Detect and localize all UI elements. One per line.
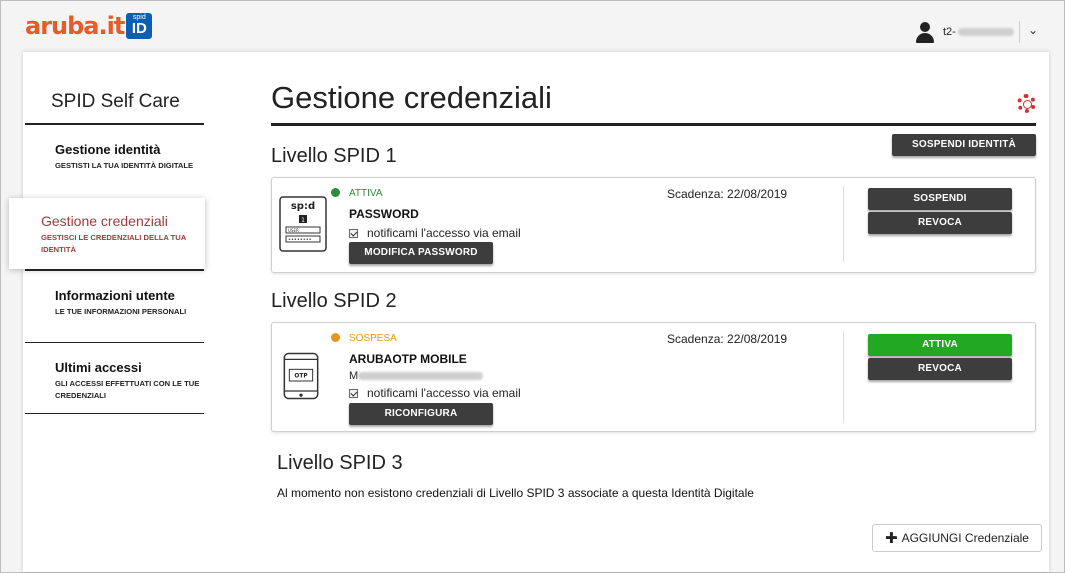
notify-email-label: notificami l'accesso via email (367, 386, 521, 400)
sidebar-item-gestione-identita[interactable]: Gestione identità Gestisti la tua identi… (25, 142, 204, 197)
suspend-button[interactable]: SOSPENDI (868, 188, 1012, 210)
checkbox[interactable] (349, 228, 358, 238)
user-menu[interactable]: t2- (915, 19, 1014, 45)
credential-name: ARUBAOTP MOBILE (349, 352, 467, 366)
top-bar: aruba.it spid ID t2- ⌄ (1, 1, 1064, 53)
credential-expiry: Scadenza: 22/08/2019 (667, 332, 788, 346)
user-name-prefix: t2- (943, 26, 956, 38)
page-title: Gestione credenziali (271, 80, 552, 115)
status-badge: SOSPESA (349, 333, 397, 344)
spid-id-badge: spid ID (126, 13, 153, 39)
card-divider (843, 186, 844, 262)
svg-text:USER: USER (288, 228, 299, 233)
sidebar-item-label: Gestione credenziali (41, 213, 168, 229)
credential-username-prefix: M (349, 370, 359, 382)
plus-icon: ✚ (885, 529, 898, 547)
otp-phone-icon: OTP (283, 352, 319, 400)
status-dot-suspended (331, 333, 340, 342)
credential-username: M (349, 370, 484, 382)
status-dot-active (331, 188, 340, 197)
checkbox[interactable] (349, 388, 358, 398)
notify-email-label: notificami l'accesso via email (367, 226, 521, 240)
level3-heading: Livello SPID 3 (277, 452, 403, 474)
spid-card-logo-text: sp:d (291, 201, 315, 212)
user-name-redacted (957, 28, 1014, 37)
level2-heading: Livello SPID 2 (271, 290, 397, 312)
sidebar-item-gestione-credenziali[interactable]: Gestione credenziali Gestisci le credenz… (9, 198, 205, 269)
suspend-identity-button[interactable]: SOSPENDI IDENTITÀ (892, 134, 1036, 156)
credential-card-password: sp:d 1 USER •••••••• ATTIVA PASSWORD Sca… (271, 177, 1036, 273)
logo-text: aruba.it (25, 12, 125, 40)
user-icon (915, 20, 935, 44)
sidebar-divider (25, 123, 204, 125)
add-credential-label: AGGIUNGI Credenziale (901, 531, 1029, 545)
level3-message: Al momento non esistono credenziali di L… (277, 486, 754, 500)
activate-button[interactable]: ATTIVA (868, 334, 1012, 356)
level1-heading: Livello SPID 1 (271, 145, 397, 167)
credential-name: PASSWORD (349, 207, 419, 221)
spid-login-card-icon: sp:d 1 USER •••••••• (279, 196, 327, 252)
lifebuoy-help-icon[interactable] (1017, 94, 1036, 113)
revoke-button[interactable]: REVOCA (868, 212, 1012, 234)
card-divider (843, 331, 844, 423)
sidebar-item-label: Ultimi accessi (55, 360, 142, 375)
add-credential-button[interactable]: ✚ AGGIUNGI Credenziale (872, 524, 1042, 552)
sidebar-item-ultimi-accessi[interactable]: Ultimi accessi Gli accessi effettuati co… (25, 360, 204, 415)
sidebar-divider (25, 342, 204, 343)
aruba-spid-logo[interactable]: aruba.it spid ID (25, 12, 153, 40)
title-divider (271, 123, 1036, 126)
revoke-button[interactable]: REVOCA (868, 358, 1012, 380)
modify-password-button[interactable]: MODIFICA PASSWORD (349, 242, 493, 264)
reconfigure-button[interactable]: RICONFIGURA (349, 403, 493, 425)
sidebar-item-informazioni-utente[interactable]: Informazioni utente Le tue informazioni … (25, 288, 204, 343)
user-menu-divider (1019, 21, 1020, 43)
sidebar-item-subtitle: Gestisci le credenziali della tua identi… (41, 233, 186, 254)
notify-email-checkbox[interactable]: notificami l'accesso via email (349, 386, 521, 400)
credential-card-otp: OTP SOSPESA ARUBAOTP MOBILE M Scadenza: … (271, 322, 1036, 432)
sidebar-item-label: Gestione identità (55, 142, 161, 157)
status-badge: ATTIVA (349, 188, 383, 199)
main-panel: SPID Self Care Gestione identità Gestist… (9, 52, 1049, 572)
svg-text:1: 1 (301, 217, 305, 224)
notify-email-checkbox[interactable]: notificami l'accesso via email (349, 226, 521, 240)
chevron-down-icon[interactable]: ⌄ (1028, 23, 1038, 37)
logo-badge-big: ID (131, 20, 147, 37)
sidebar-item-subtitle: Le tue informazioni personali (55, 307, 187, 316)
sidebar-item-label: Informazioni utente (55, 288, 175, 303)
sidebar-item-subtitle: Gestisti la tua identità digitale (55, 161, 194, 170)
sidebar-divider (25, 413, 204, 414)
svg-text:••••••••: •••••••• (288, 237, 312, 243)
sidebar-divider (25, 269, 204, 271)
sidebar-title: SPID Self Care (51, 91, 180, 112)
sidebar-item-subtitle: Gli accessi effettuati con le tue creden… (55, 379, 200, 400)
credential-username-redacted (358, 372, 484, 381)
credential-expiry: Scadenza: 22/08/2019 (667, 187, 788, 201)
user-name: t2- (943, 26, 1014, 38)
otp-icon-text: OTP (294, 374, 308, 380)
